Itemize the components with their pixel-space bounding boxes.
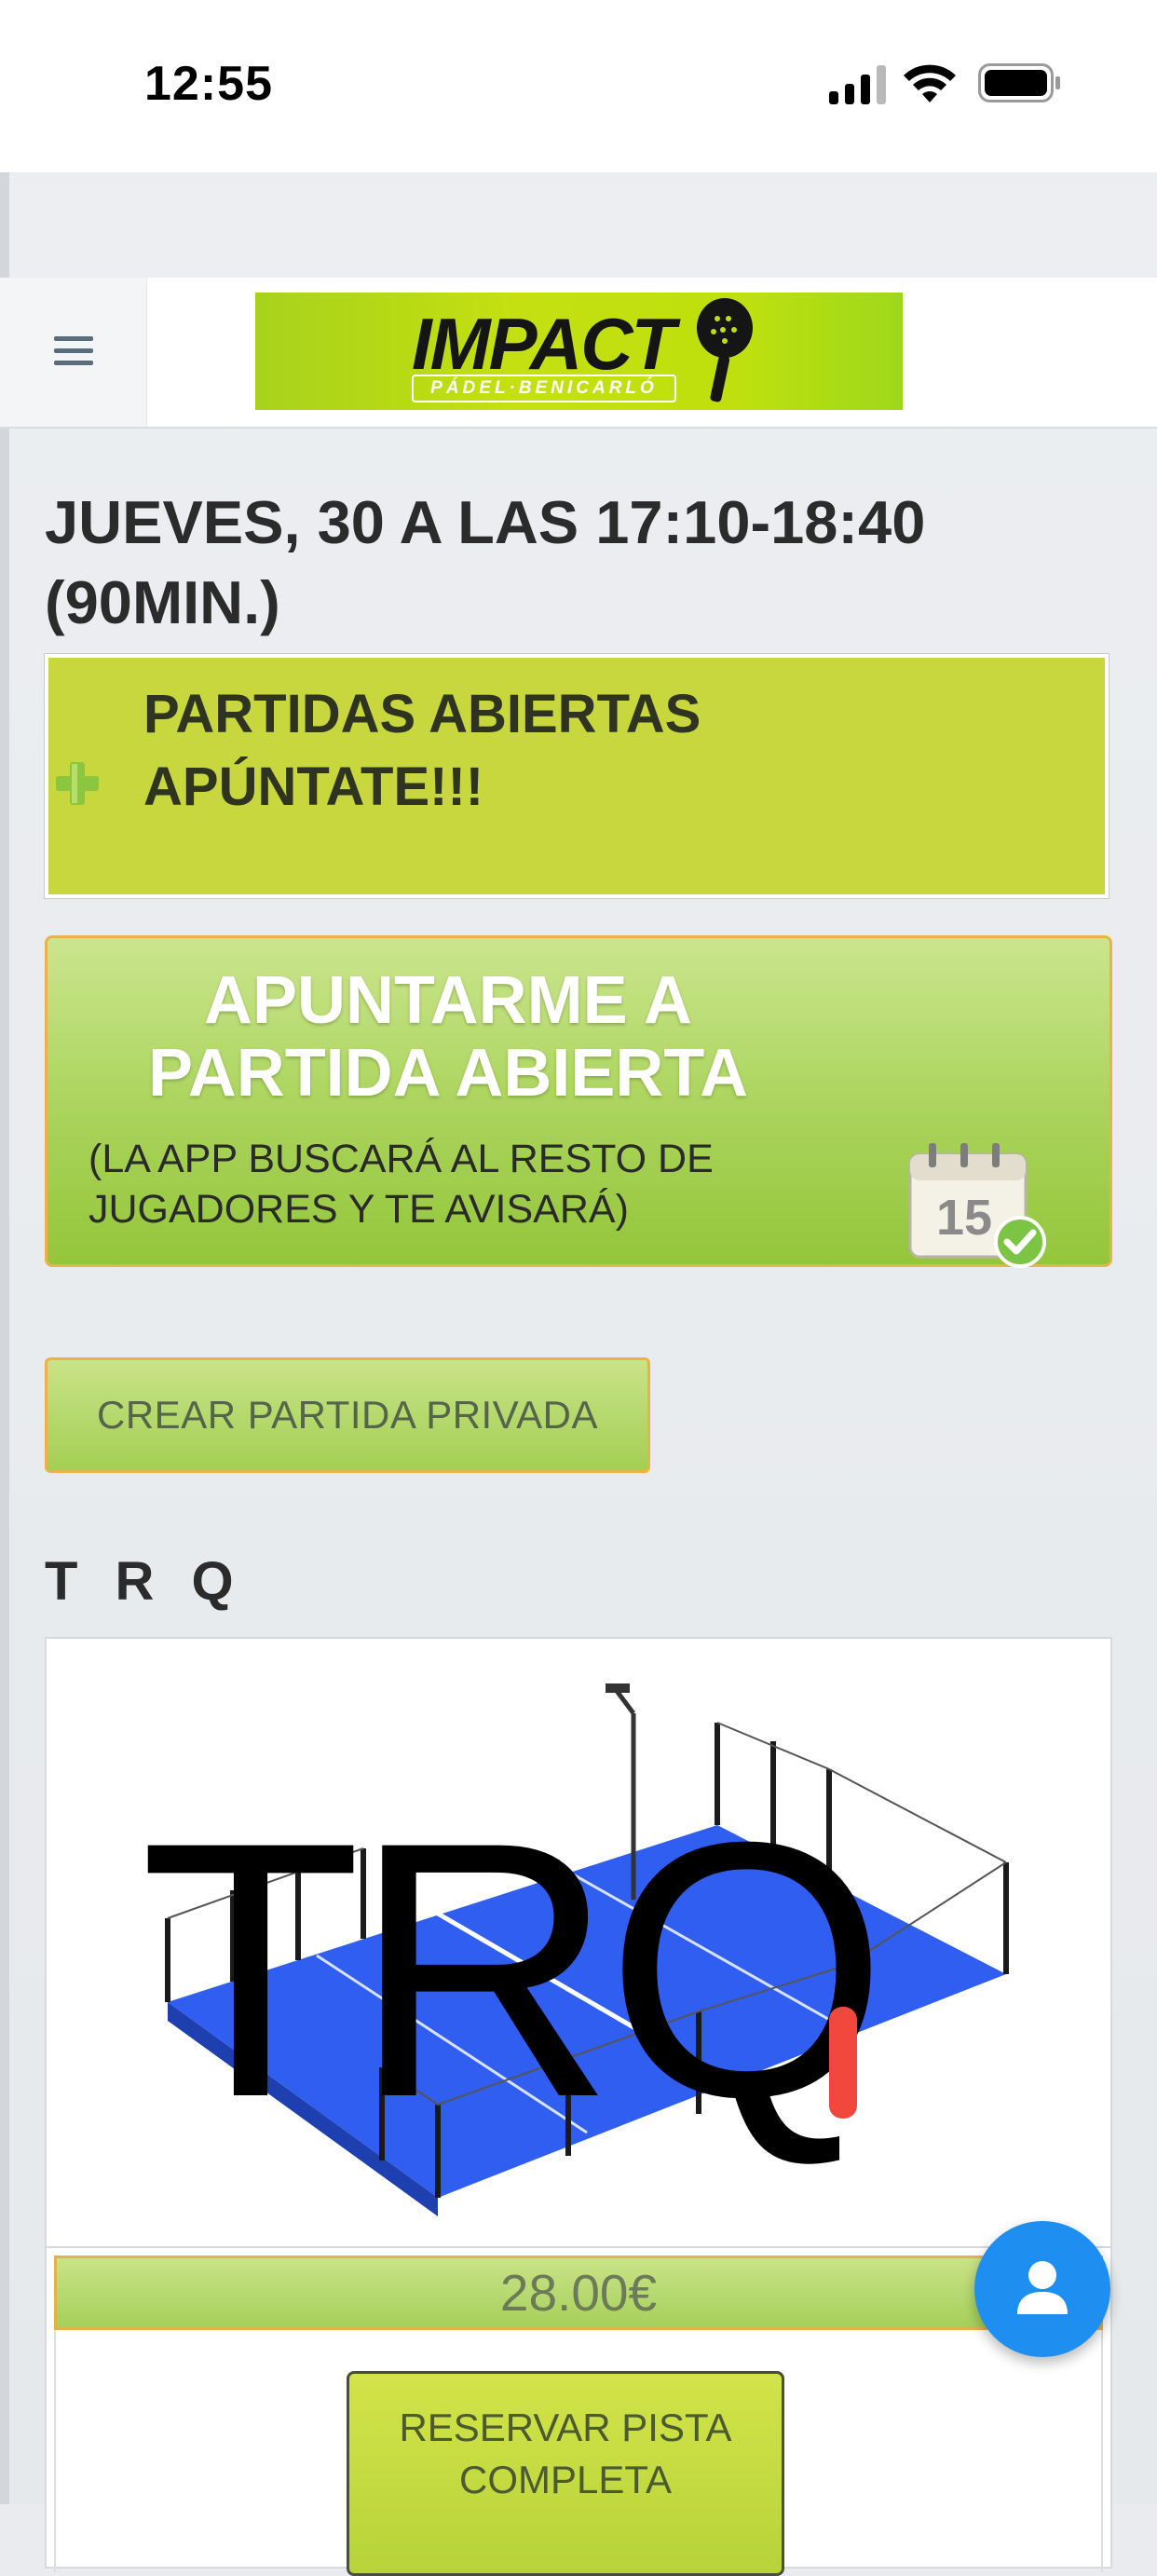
join-title-line1: APUNTARME A xyxy=(204,963,692,1038)
open-matches-text: PARTIDAS ABIERTAS APÚNTATE!!! xyxy=(143,678,701,824)
club-name-heading: T R Q xyxy=(45,1551,245,1612)
court-illustration: TRQ xyxy=(140,1683,1009,2216)
app-header: IMPACT PÁDEL·BENICARLÓ xyxy=(0,278,1157,429)
logo-red-accent xyxy=(829,2007,857,2119)
padel-racket-icon xyxy=(697,298,753,402)
open-matches-line1: PARTIDAS ABIERTAS xyxy=(143,684,701,744)
cellular-signal-icon xyxy=(829,65,886,104)
reserve-label-line1: RESERVAR PISTA xyxy=(399,2406,732,2449)
logo-subtitle: PÁDEL·BENICARLÓ xyxy=(412,375,676,402)
calendar-day-number: 15 xyxy=(936,1190,992,1246)
reserve-full-court-button[interactable]: RESERVAR PISTA COMPLETA xyxy=(347,2371,784,2576)
status-time: 12:55 xyxy=(144,57,273,111)
club-logo-text: TRQ xyxy=(140,1766,878,2173)
calendar-check-icon: 15 xyxy=(908,1143,1046,1268)
status-bar: 12:55 xyxy=(0,0,1157,172)
club-court-image: TRQ xyxy=(47,1639,1110,2248)
open-matches-line2: APÚNTATE!!! xyxy=(143,756,484,817)
user-icon xyxy=(1017,2261,1068,2314)
create-private-match-button[interactable]: CREAR PARTIDA PRIVADA xyxy=(45,1357,650,1473)
join-open-match-title: APUNTARME A PARTIDA ABIERTA xyxy=(48,964,849,1110)
join-sub-line1: (LA APP BUSCARÁ AL RESTO DE xyxy=(88,1137,714,1181)
plus-icon xyxy=(56,762,99,805)
club-logo[interactable]: IMPACT PÁDEL·BENICARLÓ xyxy=(255,293,903,410)
wifi-icon xyxy=(904,64,956,102)
club-card: TRQ 28.00€ RESERVAR PISTA COMPLETA xyxy=(45,1637,1112,2576)
court-price: 28.00€ xyxy=(54,2256,1103,2330)
page-left-edge xyxy=(0,172,9,2504)
open-matches-banner[interactable]: PARTIDAS ABIERTAS APÚNTATE!!! xyxy=(45,654,1109,898)
join-title-line2: PARTIDA ABIERTA xyxy=(148,1036,748,1111)
booking-date-title: JUEVES, 30 A LAS 17:10-18:40 (90MIN.) xyxy=(45,488,926,636)
battery-icon xyxy=(978,63,1060,102)
join-open-match-button[interactable]: APUNTARME A PARTIDA ABIERTA (LA APP BUSC… xyxy=(45,935,1112,1268)
reserve-label-line2: COMPLETA xyxy=(459,2458,672,2501)
user-profile-fab[interactable] xyxy=(974,2221,1110,2357)
menu-button[interactable] xyxy=(0,278,147,427)
join-open-match-subtitle: (LA APP BUSCARÁ AL RESTO DE JUGADORES Y … xyxy=(88,1134,714,1234)
join-sub-line2: JUGADORES Y TE AVISARÁ) xyxy=(88,1187,629,1232)
